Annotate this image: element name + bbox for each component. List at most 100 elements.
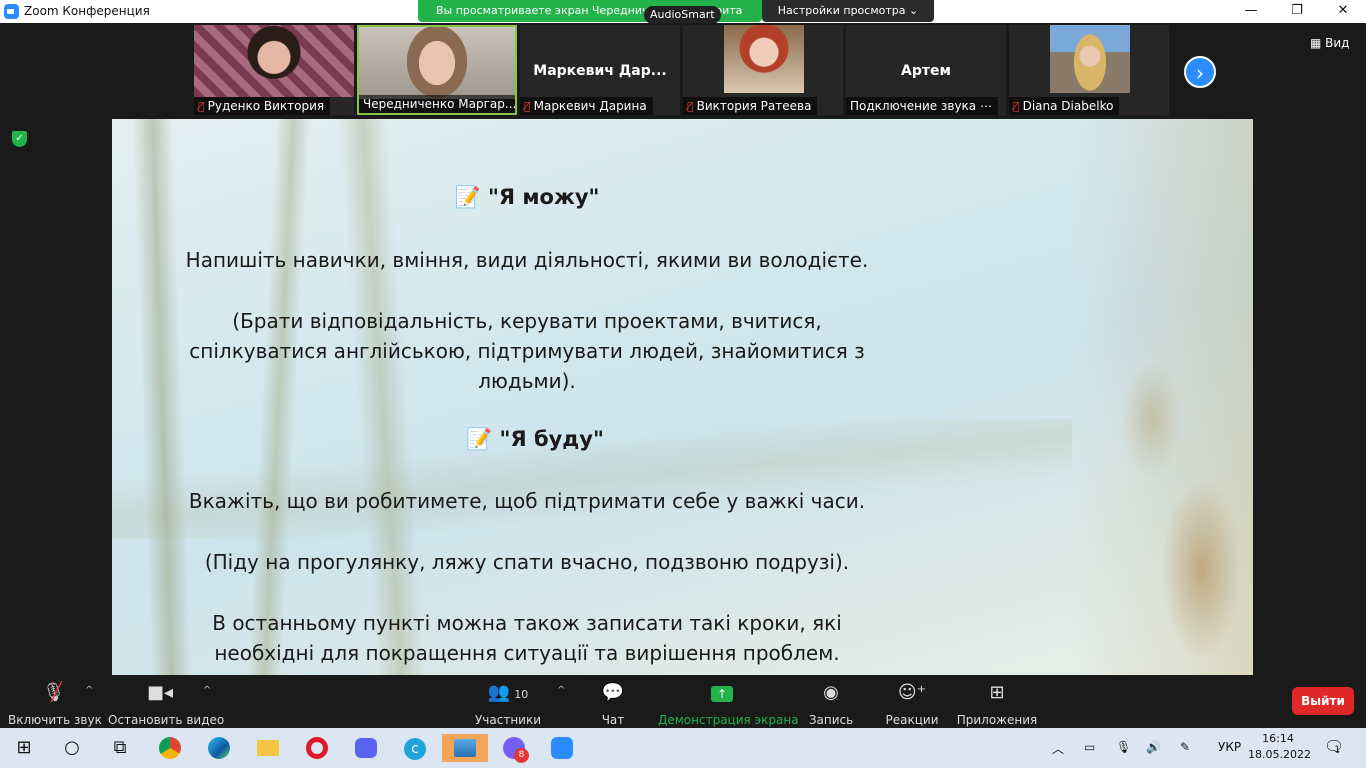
participant-big-name: Артем xyxy=(901,63,951,79)
participant-label: Чередниченко Маргар... xyxy=(359,95,515,113)
participant-name: Руденко Виктория xyxy=(207,99,325,113)
notifications-icon[interactable]: 🗨1 xyxy=(1324,737,1344,756)
chat-button[interactable]: 💬 Чат xyxy=(590,681,636,727)
system-clock[interactable]: 16:14 18.05.2022 xyxy=(1248,731,1311,763)
participant-label: Подключение звука ⋯ xyxy=(846,97,998,115)
battery-icon[interactable]: ▭ xyxy=(1084,740,1095,754)
reactions-label: Реакции xyxy=(885,713,939,727)
zoom-icon[interactable] xyxy=(548,734,576,762)
viber-badge: 8 xyxy=(514,748,529,763)
unmute-button[interactable]: 🎙╱ Включить звук xyxy=(8,681,102,727)
slide-paragraph: (Брати відповідальність, керувати проект… xyxy=(189,309,865,393)
record-label: Запись xyxy=(808,713,854,727)
mic-muted-icon: 🎙̸ xyxy=(1013,100,1020,113)
participants-count: 10 xyxy=(514,688,529,701)
file-explorer-icon[interactable] xyxy=(254,734,282,762)
apps-button[interactable]: ⊞ Приложения xyxy=(956,681,1038,727)
edge-icon[interactable] xyxy=(205,734,233,762)
participant-label: 🎙̸ Маркевич Дарина xyxy=(520,97,653,115)
leave-meeting-button[interactable]: Выйти xyxy=(1292,687,1354,715)
microphone-icon[interactable]: 🎙 xyxy=(1116,740,1131,754)
participant-tile[interactable]: 🎙̸ Руденко Виктория xyxy=(194,25,354,115)
watercolor-decoration xyxy=(1072,119,1253,675)
windows-taskbar: ⊞ ○ ⧉ c 8 ︿ ▭ 🎙 🔊 ✎ УКР 16:14 18.05.2022… xyxy=(0,728,1366,768)
participant-tile[interactable]: 🎙̸ Diana Diabelko xyxy=(1009,25,1169,115)
app-icon[interactable]: c xyxy=(401,734,429,762)
participant-label: 🎙̸ Виктория Ратеева xyxy=(683,97,818,115)
mic-muted-icon: 🎙╱ xyxy=(42,682,65,703)
participant-name: Маркевич Дарина xyxy=(533,99,647,113)
participant-tile[interactable]: Маркевич Дар... 🎙̸ Маркевич Дарина xyxy=(520,25,680,115)
participant-video xyxy=(194,25,354,97)
chrome-icon[interactable] xyxy=(156,734,184,762)
pen-icon[interactable]: ✎ xyxy=(1180,740,1190,754)
photos-icon[interactable] xyxy=(442,734,488,762)
volume-icon[interactable]: 🔊 xyxy=(1146,740,1161,754)
next-page-arrow-icon[interactable]: › xyxy=(1184,56,1216,88)
share-screen-icon: ↑ xyxy=(658,681,786,705)
record-icon: ◉ xyxy=(823,682,839,703)
participant-label: 🎙̸ Diana Diabelko xyxy=(1009,97,1120,115)
clock-time: 16:14 xyxy=(1262,732,1294,745)
view-settings-button[interactable]: Настройки просмотра ⌄ xyxy=(762,0,934,22)
unmute-label: Включить звук xyxy=(8,713,102,727)
slide-paragraph: В останньому пункті можна також записати… xyxy=(212,611,842,665)
tray-overflow-chevron-icon[interactable]: ︿ xyxy=(1052,740,1064,757)
mic-muted-icon: 🎙̸ xyxy=(524,100,531,113)
share-screen-label: Демонстрация экрана xyxy=(658,713,799,727)
security-shield-icon[interactable]: ✓ xyxy=(12,131,27,147)
video-options-chevron-icon[interactable]: ^ xyxy=(203,685,211,696)
windows-start-icon[interactable]: ⊞ xyxy=(10,734,38,762)
participant-big-name: Маркевич Дар... xyxy=(533,63,667,79)
record-button[interactable]: ◉ Запись xyxy=(806,681,856,727)
video-camera-icon: ■◂ xyxy=(146,682,174,703)
shared-screen-slide: 📝 "Я можу" Напишіть навички, вміння, вид… xyxy=(112,119,1253,675)
slide-paragraph: Напишіть навички, вміння, види діяльност… xyxy=(185,248,869,272)
participants-options-chevron-icon[interactable]: ^ xyxy=(557,685,565,696)
minimize-button[interactable]: — xyxy=(1228,0,1274,23)
participant-name: Чередниченко Маргар... xyxy=(363,97,515,111)
slide-paragraph: Вкажіть, що ви робитимете, щоб підтримат… xyxy=(188,489,866,513)
audiosmart-badge[interactable]: AudioSmart xyxy=(644,6,721,24)
mic-muted-icon: 🎙̸ xyxy=(687,100,694,113)
notifications-count: 1 xyxy=(1334,745,1341,755)
audio-options-chevron-icon[interactable]: ^ xyxy=(85,685,93,696)
stop-video-button[interactable]: ■◂ Остановить видео xyxy=(108,681,225,727)
participant-strip: 🎙̸ Руденко Виктория Чередниченко Маргар..… xyxy=(0,23,1366,118)
stop-video-label: Остановить видео xyxy=(108,713,225,727)
participant-tile[interactable]: 🎙̸ Виктория Ратеева xyxy=(683,25,843,115)
participant-label: 🎙̸ Руденко Виктория xyxy=(194,97,331,115)
view-button[interactable]: ▦ Вид xyxy=(1310,36,1349,50)
meeting-toolbar: 🎙╱ Включить звук ^ ■◂ Остановить видео ^… xyxy=(0,675,1366,728)
participant-video xyxy=(359,27,515,99)
reactions-button[interactable]: ☺⁺ Реакции xyxy=(884,681,940,727)
slide-heading-i-will: 📝 "Я буду" xyxy=(466,427,604,451)
apps-label: Приложения xyxy=(956,713,1038,727)
participant-video xyxy=(1050,25,1130,93)
apps-icon: ⊞ xyxy=(989,682,1005,703)
participant-name: Виктория Ратеева xyxy=(696,99,812,113)
zoom-app-icon xyxy=(4,4,19,19)
slide-heading-i-can: 📝 "Я можу" xyxy=(454,185,600,209)
viber-icon[interactable]: 8 xyxy=(500,734,529,763)
share-screen-button[interactable]: ↑ Демонстрация экрана xyxy=(658,681,799,727)
participants-icon: 👥 10 xyxy=(487,682,529,703)
window-title: Zoom Конференция xyxy=(24,4,150,18)
mic-muted-icon: 🎙̸ xyxy=(198,100,205,113)
opera-icon[interactable] xyxy=(303,734,331,762)
participant-tile-active[interactable]: Чередниченко Маргар... xyxy=(357,25,517,115)
chat-label: Чат xyxy=(601,713,625,727)
discord-icon[interactable] xyxy=(352,734,380,762)
participants-button[interactable]: 👥 10 Участники xyxy=(474,681,542,727)
reactions-icon: ☺⁺ xyxy=(897,682,927,703)
task-view-icon[interactable]: ⧉ xyxy=(106,734,134,762)
maximize-button[interactable]: ❐ xyxy=(1274,0,1320,23)
participant-name: Подключение звука ⋯ xyxy=(850,99,992,113)
participant-tile[interactable]: Артем Подключение звука ⋯ xyxy=(846,25,1006,115)
participant-video xyxy=(724,25,804,93)
participants-label: Участники xyxy=(474,713,542,727)
clock-date: 18.05.2022 xyxy=(1248,748,1311,761)
close-button[interactable]: ✕ xyxy=(1320,0,1366,23)
language-indicator[interactable]: УКР xyxy=(1218,740,1241,754)
search-icon[interactable]: ○ xyxy=(58,734,86,762)
